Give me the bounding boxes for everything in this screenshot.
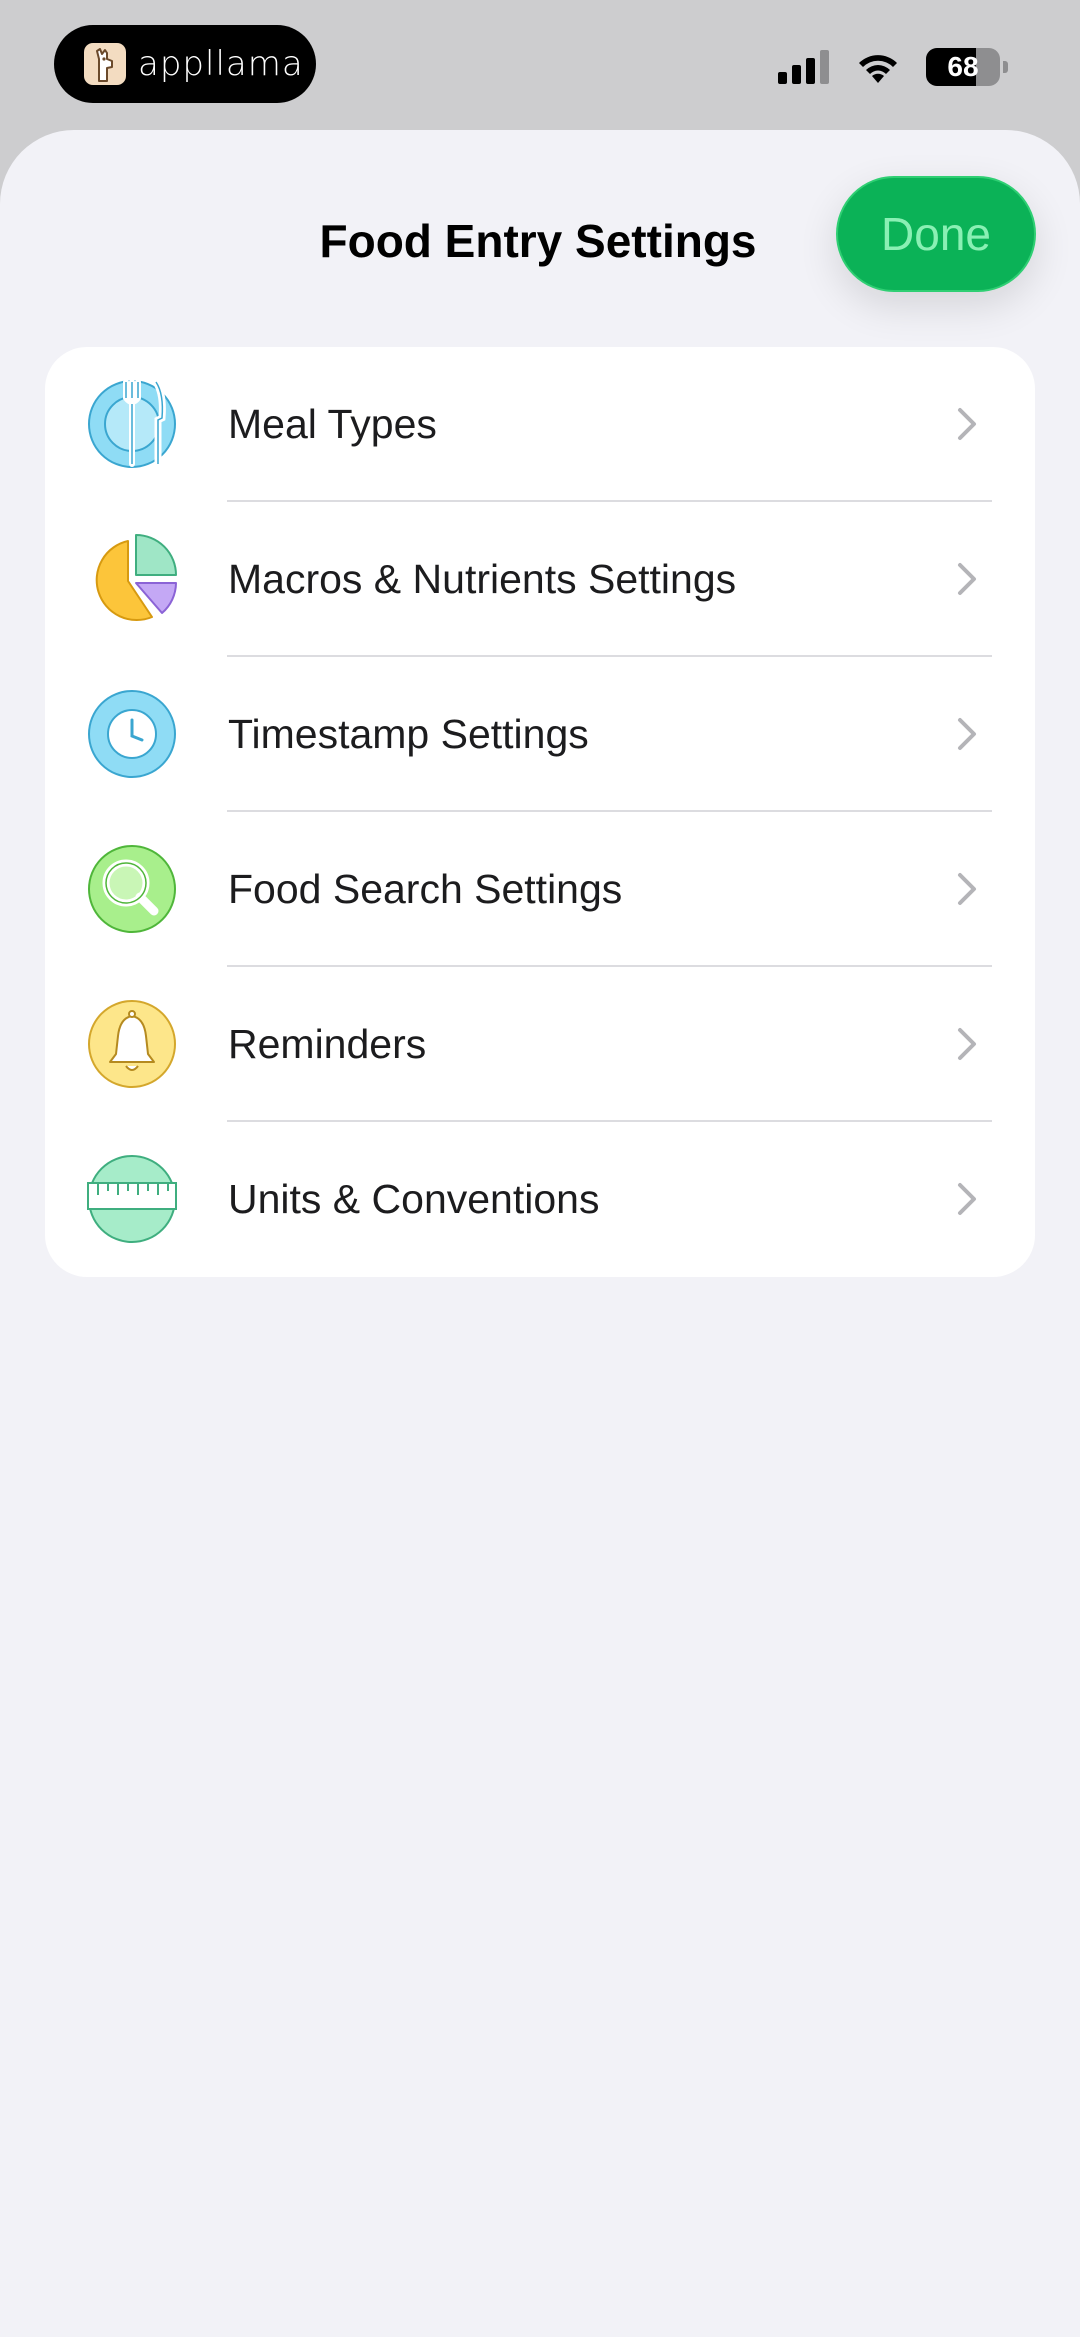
settings-list: Meal Types Macros & Nutrients Settings T… [45,347,1035,1277]
chevron-right-icon [958,563,976,595]
row-label: Timestamp Settings [228,711,589,757]
row-label: Macros & Nutrients Settings [228,556,737,602]
app-name: appllama [138,44,304,84]
chevron-right-icon [958,1183,976,1215]
chevron-right-icon [958,873,976,905]
chevron-right-icon [958,408,976,440]
battery-cap [1003,61,1008,73]
magnifier-icon [88,845,176,933]
bell-icon [88,1000,176,1088]
chevron-right-icon [958,1028,976,1060]
row-label: Units & Conventions [228,1176,600,1222]
status-bar: appllama 68 [0,0,1080,130]
row-label: Reminders [228,1021,427,1067]
done-button[interactable]: Done [836,176,1036,292]
cellular-signal-icon [778,50,829,84]
status-indicators: 68 [778,48,1008,86]
settings-row-reminders[interactable]: Reminders [45,967,1035,1122]
battery-indicator: 68 [926,48,1000,86]
chevron-right-icon [958,718,976,750]
app-indicator-pill[interactable]: appllama [54,25,316,103]
settings-row-food-search[interactable]: Food Search Settings [45,812,1035,967]
settings-row-macros-nutrients[interactable]: Macros & Nutrients Settings [45,502,1035,657]
ruler-icon [87,1155,177,1243]
wifi-icon [859,55,897,83]
settings-row-units-conventions[interactable]: Units & Conventions [45,1122,1035,1277]
settings-row-meal-types[interactable]: Meal Types [45,347,1035,502]
pie-chart-icon [95,534,177,622]
settings-sheet: Food Entry Settings Done Meal Types Macr… [0,130,1080,2337]
settings-row-timestamp[interactable]: Timestamp Settings [45,657,1035,812]
plate-fork-knife-icon [88,378,176,468]
llama-logo-icon [84,43,126,85]
row-label: Meal Types [228,401,437,447]
battery-level: 68 [947,51,979,82]
row-label: Food Search Settings [228,866,623,912]
clock-icon [88,690,176,778]
